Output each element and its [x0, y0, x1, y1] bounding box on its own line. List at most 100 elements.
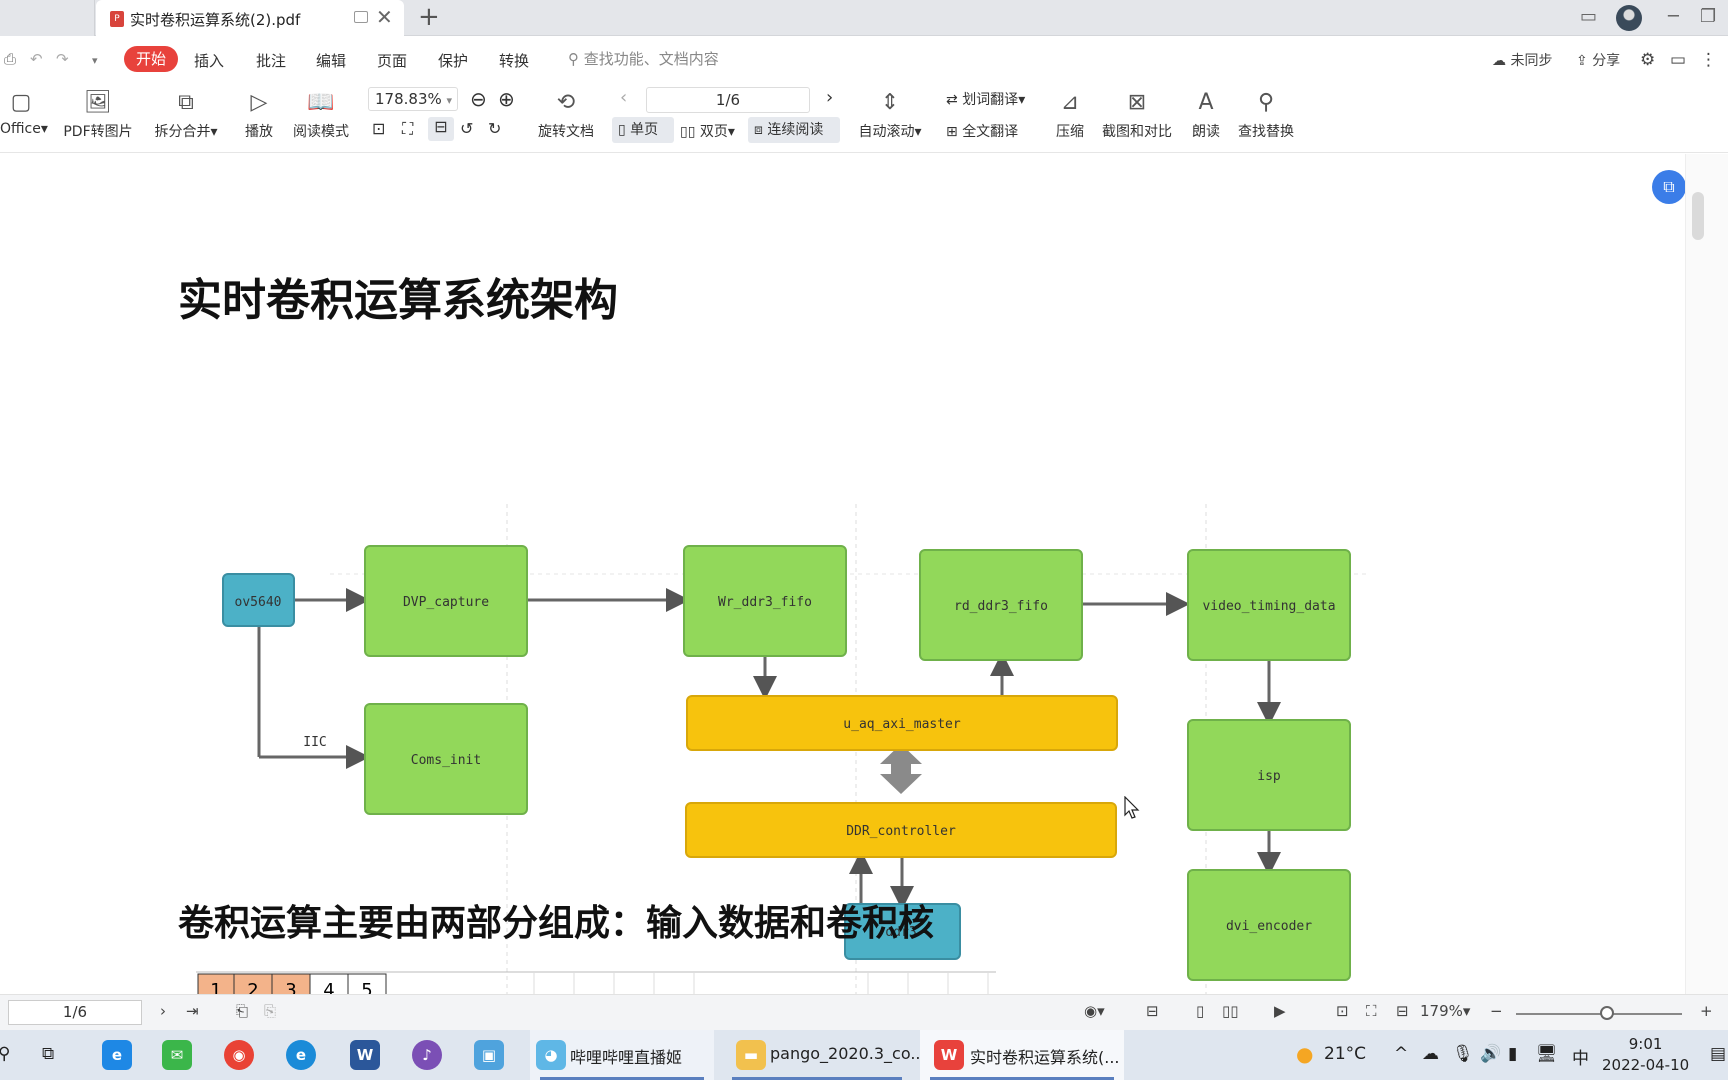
ime-indicator[interactable]: 中: [1572, 1044, 1589, 1069]
tab-home[interactable]: [0, 0, 95, 36]
screenshot-compare-button[interactable]: ⊠ 截图和对比: [1098, 89, 1176, 141]
task-view-icon[interactable]: ⧉: [42, 1044, 54, 1064]
menu-convert[interactable]: 转换: [499, 50, 529, 71]
auto-scroll-button[interactable]: ⇕ 自动滚动▾: [854, 89, 926, 141]
zoom-out-icon[interactable]: −: [1490, 1002, 1503, 1020]
fit-width-status-icon[interactable]: ⊟: [1146, 1002, 1159, 1020]
next-page-icon[interactable]: ›: [826, 87, 833, 108]
double-page-button[interactable]: ▯▯ 双页▾: [680, 121, 735, 141]
scrollbar-thumb[interactable]: [1692, 192, 1704, 240]
menu-page[interactable]: 页面: [377, 50, 407, 71]
media-player-icon[interactable]: ♪: [412, 1040, 442, 1070]
share-button[interactable]: ⇪ 分享: [1576, 50, 1620, 70]
quick-access-dropdown-icon[interactable]: ▾: [92, 54, 98, 67]
more-icon[interactable]: ⋮: [1700, 50, 1717, 70]
rotate-right-icon[interactable]: ↻: [488, 119, 501, 138]
bilibili-icon[interactable]: ▣: [474, 1040, 504, 1070]
split-merge-button[interactable]: ⧉ 拆分合并▾: [148, 89, 224, 141]
menu-insert[interactable]: 插入: [194, 50, 224, 71]
microphone-icon[interactable]: 🎙: [1452, 1044, 1474, 1064]
menu-start[interactable]: 开始: [124, 46, 178, 72]
zoom-slider[interactable]: [1516, 1013, 1682, 1015]
document-view[interactable]: 实时卷积运算系统架构 ov5640 DVP_capture Coms_init …: [0, 154, 1685, 994]
fit-page-icon[interactable]: ⛶: [402, 119, 413, 139]
edge-icon[interactable]: e: [286, 1040, 316, 1070]
floating-tool-icon[interactable]: ⧉: [1652, 170, 1686, 204]
single-page-button[interactable]: ▯ 单页: [612, 117, 674, 143]
zoom-in-icon[interactable]: ⊕: [498, 87, 515, 111]
rotate-left-icon[interactable]: ↺: [460, 119, 473, 138]
single-page-status-icon[interactable]: ▯: [1196, 1002, 1204, 1020]
menu-protect[interactable]: 保护: [438, 50, 468, 71]
ie-icon[interactable]: e: [102, 1040, 132, 1070]
minimize-icon[interactable]: ─: [1668, 6, 1679, 27]
chrome-icon[interactable]: ◉: [224, 1040, 254, 1070]
read-mode-button[interactable]: 📖 阅读模式: [288, 89, 354, 141]
network-icon[interactable]: 🖥: [1536, 1044, 1558, 1064]
vertical-scrollbar[interactable]: [1685, 154, 1728, 994]
taskbar-app-folder[interactable]: ▬ pango_2020.3_co...: [722, 1030, 926, 1080]
word-translate-button[interactable]: ⇄ 划词翻译▾: [946, 89, 1025, 109]
continuous-read-button[interactable]: ⧈ 连续阅读: [748, 117, 840, 143]
eye-protection-icon[interactable]: ◉▾: [1084, 1002, 1105, 1020]
last-page-icon[interactable]: ⇥: [186, 1002, 199, 1020]
undo-icon[interactable]: ↶: [30, 50, 43, 68]
page-number-input[interactable]: 1/6: [646, 87, 810, 113]
tray-expand-icon[interactable]: ^: [1394, 1044, 1408, 1064]
fit-page-status-icon[interactable]: ⛶: [1366, 1002, 1377, 1020]
clock-date: 2022-04-10: [1602, 1056, 1690, 1074]
actual-size-status-icon[interactable]: ⊡: [1336, 1002, 1349, 1020]
new-tab-button[interactable]: +: [418, 2, 440, 32]
pin-tab-icon[interactable]: [354, 11, 368, 23]
taskbar-app-wps[interactable]: W 实时卷积运算系统(...: [920, 1030, 1124, 1080]
double-page-status-icon[interactable]: ▯▯: [1222, 1002, 1239, 1020]
taskbar-app-bilibili-live[interactable]: ◕ 哔哩哔哩直播姬: [530, 1030, 714, 1080]
notification-icon[interactable]: ▤: [1710, 1044, 1726, 1064]
find-replace-button[interactable]: ⚲ 查找替换: [1234, 89, 1298, 141]
clock[interactable]: 9:01 2022-04-10: [1602, 1034, 1689, 1076]
wechat-icon[interactable]: ✉: [162, 1040, 192, 1070]
status-page-input[interactable]: 1/6: [8, 1000, 142, 1025]
print-icon[interactable]: ⎙: [4, 50, 16, 68]
zoom-select[interactable]: 178.83% ▾: [368, 87, 458, 111]
tab-document[interactable]: P 实时卷积运算系统(2).pdf ✕: [96, 0, 404, 36]
compress-button[interactable]: ⊿ 压缩: [1052, 89, 1088, 141]
sync-status[interactable]: ☁ 未同步: [1492, 50, 1552, 70]
search-input[interactable]: ⚲ 查找功能、文档内容: [568, 48, 719, 69]
settings-icon[interactable]: ⚙: [1640, 50, 1655, 70]
zoom-out-icon[interactable]: ⊖: [470, 87, 487, 111]
full-translate-button[interactable]: ⊞ 全文翻译: [946, 121, 1018, 141]
pdf-to-image-button[interactable]: 🖼 PDF转图片: [58, 89, 138, 141]
actual-size-icon[interactable]: ⊡: [372, 119, 385, 138]
fit-width-toggle-icon[interactable]: ⊟: [1396, 1002, 1409, 1020]
redo-icon[interactable]: ↷: [56, 50, 69, 68]
word-icon[interactable]: W: [350, 1040, 380, 1070]
forward-icon[interactable]: ⎘: [264, 1002, 276, 1020]
battery-icon[interactable]: ▮: [1508, 1044, 1517, 1064]
search-icon[interactable]: ⚲: [0, 1044, 10, 1064]
weather-temp[interactable]: 21°C: [1324, 1044, 1366, 1064]
layout-icon[interactable]: ▭: [1580, 6, 1597, 27]
menu-annotate[interactable]: 批注: [256, 50, 286, 71]
prev-page-icon[interactable]: ‹: [620, 87, 627, 108]
play-status-icon[interactable]: ▶: [1274, 1002, 1286, 1020]
restore-icon[interactable]: ❐: [1700, 6, 1716, 27]
office-button[interactable]: ▢ Office▾: [0, 89, 48, 137]
close-tab-icon[interactable]: ✕: [376, 5, 393, 29]
zoom-slider-handle[interactable]: [1600, 1006, 1614, 1020]
tab-title: 实时卷积运算系统(2).pdf: [130, 11, 301, 29]
avatar[interactable]: [1616, 5, 1642, 31]
read-aloud-button[interactable]: A 朗读: [1188, 89, 1224, 141]
play-button[interactable]: ▷ 播放: [238, 89, 280, 141]
menu-edit[interactable]: 编辑: [316, 50, 346, 71]
back-icon[interactable]: ⎗: [236, 1002, 248, 1020]
rotate-document-button[interactable]: ⟲ 旋转文档: [534, 89, 598, 141]
comment-icon[interactable]: ▭: [1670, 50, 1686, 70]
find-icon: ⚲: [1257, 90, 1275, 115]
next-page-icon[interactable]: ›: [160, 1002, 166, 1020]
onedrive-icon[interactable]: ☁: [1422, 1044, 1439, 1064]
fit-width-icon[interactable]: ⊟: [428, 117, 454, 141]
status-zoom[interactable]: 179%▾: [1420, 1002, 1470, 1020]
zoom-in-icon[interactable]: +: [1700, 1002, 1713, 1020]
volume-icon[interactable]: 🔊: [1480, 1044, 1501, 1064]
